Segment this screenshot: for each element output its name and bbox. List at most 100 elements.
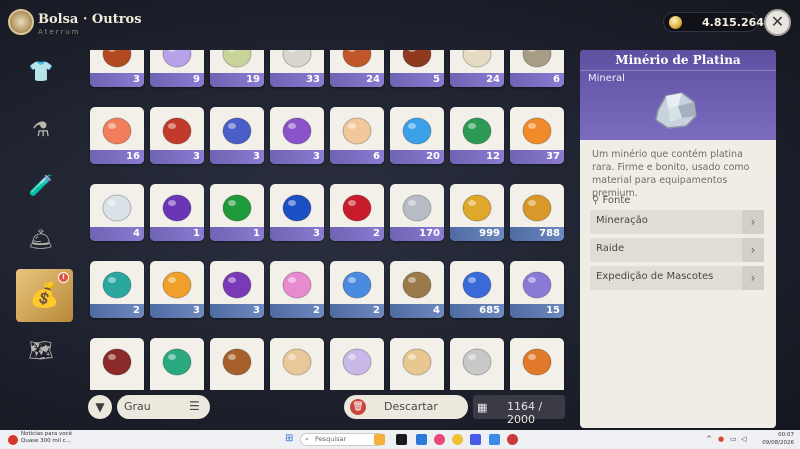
inventory-slot[interactable]: [90, 338, 144, 390]
inventory-slot[interactable]: 5: [390, 50, 444, 87]
inventory-slot[interactable]: 3: [150, 261, 204, 318]
inventory-slot[interactable]: 2: [90, 261, 144, 318]
chevron-right-icon: ›: [742, 238, 764, 262]
sidebar-item-crafting[interactable]: ⚗: [26, 114, 56, 144]
item-quantity: 16: [90, 150, 144, 164]
sidebar-item-potion[interactable]: 🧪: [26, 170, 56, 200]
inventory-slot[interactable]: 170: [390, 184, 444, 241]
source-row-raid[interactable]: Raide ›: [590, 238, 764, 262]
red-pot-icon: [102, 348, 132, 376]
beetle-icon: [102, 50, 132, 68]
inventory-slot[interactable]: 12: [450, 107, 504, 164]
app-icon[interactable]: [396, 434, 407, 445]
inventory-slot[interactable]: [510, 338, 564, 390]
news-line-1: Notícias para você: [21, 431, 72, 437]
app-icon[interactable]: [434, 434, 445, 445]
sidebar-item-clothing[interactable]: 👕: [26, 56, 56, 86]
cracker-icon: [282, 348, 312, 376]
item-title: Minério de Platina: [615, 53, 741, 67]
time: 00:07: [778, 432, 794, 438]
source-label: Raide: [596, 243, 625, 254]
inventory-slot[interactable]: 3: [150, 107, 204, 164]
item-quantity: 9: [150, 73, 204, 87]
inventory-slot[interactable]: 15: [510, 261, 564, 318]
feather-icon: [282, 50, 312, 68]
source-row-mining[interactable]: Mineração ›: [590, 210, 764, 234]
inventory-slot[interactable]: 1: [150, 184, 204, 241]
app-icon[interactable]: [416, 434, 427, 445]
inventory-slot[interactable]: 33: [270, 50, 324, 87]
inventory-slot[interactable]: 4: [90, 184, 144, 241]
inventory-slot[interactable]: [450, 338, 504, 390]
chevron-up-icon[interactable]: ^: [706, 435, 714, 443]
windows-start-icon[interactable]: ⊞: [285, 434, 295, 444]
inventory-slot[interactable]: 788: [510, 184, 564, 241]
inventory-slot[interactable]: 19: [210, 50, 264, 87]
inventory-slot[interactable]: 6: [330, 107, 384, 164]
security-icon[interactable]: ●: [718, 435, 726, 443]
inventory-slot[interactable]: 3: [270, 107, 324, 164]
news-icon[interactable]: [8, 435, 18, 445]
inventory-slot[interactable]: 4: [390, 261, 444, 318]
network-icon[interactable]: ▭: [730, 435, 738, 443]
sort-dropdown[interactable]: Grau ☰: [117, 395, 210, 419]
inventory-slot[interactable]: [330, 338, 384, 390]
inventory-slot[interactable]: 3: [270, 184, 324, 241]
item-quantity: 24: [330, 73, 384, 87]
cloche-icon: 🛎: [28, 227, 54, 251]
inventory-slot[interactable]: 3: [210, 261, 264, 318]
filter-button[interactable]: ▼: [88, 395, 112, 419]
app-icon[interactable]: [489, 434, 500, 445]
source-row-pet-expedition[interactable]: Expedição de Mascotes ›: [590, 266, 764, 290]
inventory-slot[interactable]: [390, 338, 444, 390]
app-icon[interactable]: [507, 434, 518, 445]
item-quantity: 3: [210, 304, 264, 318]
sort-order-icon[interactable]: ☰: [189, 399, 200, 413]
trash-icon: 🗑: [350, 399, 366, 415]
item-quantity: 3: [270, 150, 324, 164]
search-placeholder: Pesquisar: [315, 435, 347, 443]
app-icon[interactable]: [452, 434, 463, 445]
taskbar-search[interactable]: ⌕ Pesquisar: [300, 433, 385, 446]
inventory-slot[interactable]: [270, 338, 324, 390]
inventory-slot[interactable]: 20: [390, 107, 444, 164]
inventory-slot[interactable]: 37: [510, 107, 564, 164]
inventory-slot[interactable]: 2: [270, 261, 324, 318]
green-egg-icon: [462, 117, 492, 145]
inventory-slot[interactable]: 9: [150, 50, 204, 87]
item-quantity: 685: [450, 304, 504, 318]
source-header-label: Fonte: [602, 195, 631, 206]
inventory-slot[interactable]: 24: [330, 50, 384, 87]
discard-button[interactable]: 🗑 Descartar: [344, 395, 468, 419]
inventory-slot[interactable]: 685: [450, 261, 504, 318]
leaf-icon: [222, 50, 252, 68]
red-spike-plant-icon: [162, 117, 192, 145]
inventory-slot[interactable]: 2: [330, 184, 384, 241]
item-quantity: 788: [510, 227, 564, 241]
sidebar-item-map[interactable]: 🗺: [26, 335, 56, 365]
inventory-slot[interactable]: 16: [90, 107, 144, 164]
sidebar-item-food[interactable]: 🛎: [26, 224, 56, 254]
inventory-slot[interactable]: 3: [90, 50, 144, 87]
app-icon[interactable]: [470, 434, 481, 445]
inventory-slot[interactable]: [150, 338, 204, 390]
source-label: Expedição de Mascotes: [596, 271, 714, 282]
bone-hook-icon: [462, 50, 492, 68]
amethyst-icon: [162, 194, 192, 222]
item-quantity: 6: [330, 150, 384, 164]
inventory-slot[interactable]: 999: [450, 184, 504, 241]
inventory-slot[interactable]: 3: [210, 107, 264, 164]
inventory-slot[interactable]: 24: [450, 50, 504, 87]
inventory-slot[interactable]: [210, 338, 264, 390]
clock[interactable]: 00:07 09/08/2026: [754, 431, 794, 447]
item-quantity: 2: [330, 304, 384, 318]
news-widget[interactable]: Notícias para você Quase 300 mil c...: [21, 431, 72, 445]
app-icon[interactable]: [374, 434, 385, 445]
volume-icon[interactable]: ◁: [741, 435, 749, 443]
inventory-slot[interactable]: 6: [510, 50, 564, 87]
close-button[interactable]: ✕: [764, 9, 791, 36]
divider: [580, 70, 776, 71]
inventory-slot[interactable]: 1: [210, 184, 264, 241]
item-quantity: 170: [390, 227, 444, 241]
inventory-slot[interactable]: 2: [330, 261, 384, 318]
